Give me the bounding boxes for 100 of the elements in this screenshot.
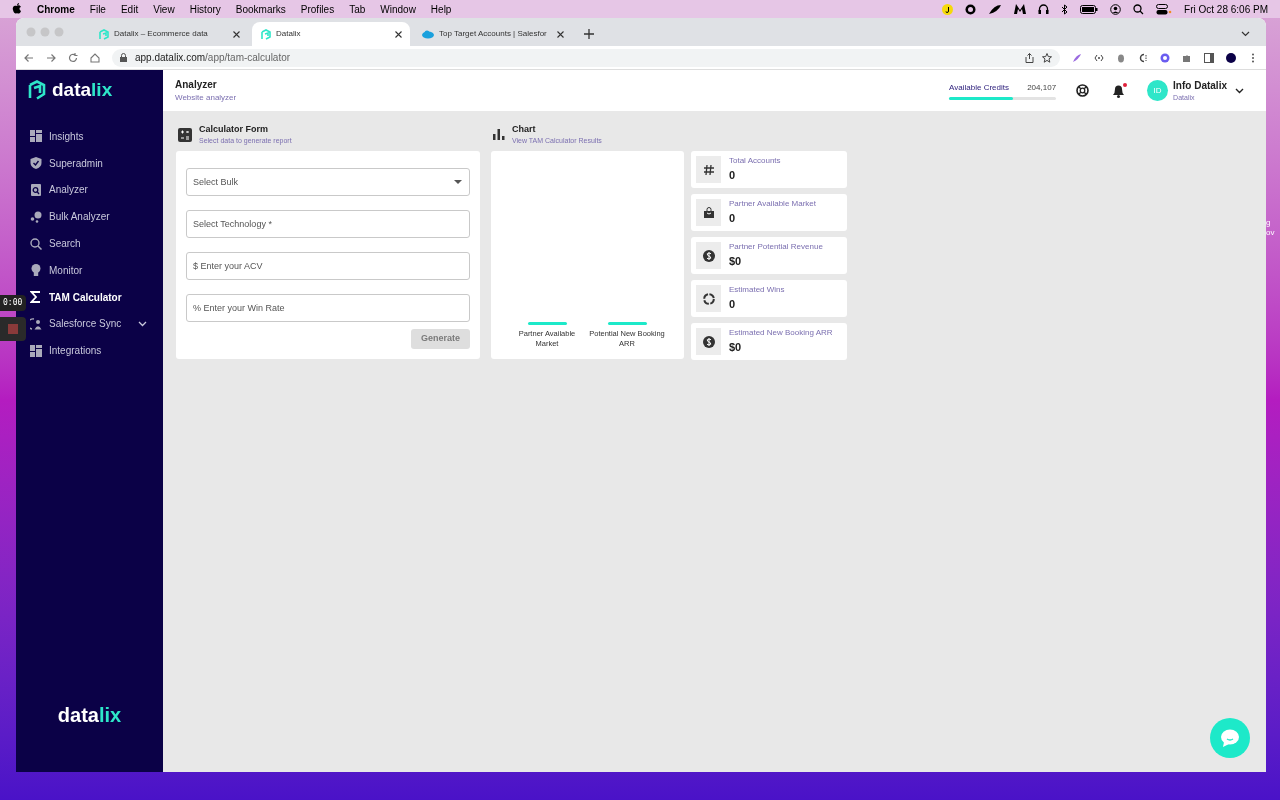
search-icon[interactable] (1133, 3, 1145, 15)
sidebar-item[interactable]: Salesforce Sync (27, 310, 163, 338)
tab-title: Datalix (276, 28, 302, 40)
datalix-logo[interactable]: datalix (16, 700, 163, 772)
back-icon[interactable] (24, 52, 34, 63)
menu-item[interactable]: File (89, 1, 106, 17)
logo-text: datalix (52, 77, 113, 102)
sidebar-item[interactable]: Integrations (27, 337, 163, 365)
desktop-icon-label: g (1266, 218, 1272, 228)
url-text: app.datalix.com/app/tam-calculator (135, 51, 292, 65)
credits-value: 204,107 (1027, 81, 1057, 94)
sidebar-item[interactable]: Superadmin (27, 149, 163, 177)
menu-clock: Fri Oct 28 6:06 PM (1184, 2, 1268, 17)
tab-title: Datalix – Ecommerce data (114, 28, 209, 40)
datalix-logo-icon (260, 28, 271, 40)
tab-title: Top Target Accounts | Salesfor (439, 28, 548, 40)
stat-value: 0 (729, 297, 737, 313)
page-title: Analyzer (175, 78, 218, 92)
stat-value: $0 (729, 340, 743, 356)
bag-icon (702, 206, 715, 219)
gear-extension-icon[interactable] (1160, 52, 1170, 63)
input-field[interactable]: $ Enter your ACV (186, 252, 470, 280)
close-icon[interactable] (395, 30, 402, 38)
share-icon[interactable] (1025, 52, 1034, 63)
quill-extension-icon[interactable] (1072, 52, 1082, 63)
sidebar-panel-icon[interactable] (1204, 52, 1214, 63)
dashboard-icon (30, 344, 42, 357)
user-circle-icon[interactable] (1110, 3, 1122, 15)
datalix-logo[interactable]: datalix (16, 70, 163, 110)
stat-label: Estimated Wins (729, 284, 785, 297)
menu-item[interactable]: Window (380, 1, 416, 17)
browser-tab[interactable]: Datalix – Ecommerce data (90, 22, 248, 46)
puzzle-icon[interactable] (1182, 52, 1192, 63)
ci-extension-icon[interactable] (1138, 52, 1148, 63)
code-extension-icon[interactable] (1094, 52, 1104, 63)
sync-icon (30, 317, 42, 330)
apple-icon[interactable] (12, 3, 22, 15)
feather-icon[interactable] (988, 3, 1003, 15)
dashboard-icon (30, 130, 42, 143)
menu-item[interactable]: Tab (349, 1, 366, 17)
address-bar[interactable]: app.datalix.com/app/tam-calculator (112, 48, 1060, 67)
lightbulb-icon (30, 264, 42, 277)
section-title: Chart (512, 122, 537, 136)
m-logo-icon[interactable] (1014, 4, 1027, 14)
menu-item[interactable]: Profiles (300, 1, 335, 17)
browser-tab[interactable]: Datalix (252, 22, 410, 46)
sigma-icon (30, 291, 42, 304)
sidebar-item[interactable]: Insights (27, 123, 163, 150)
star-icon[interactable] (1042, 52, 1052, 63)
chart-bar (528, 322, 567, 325)
control-center-icon[interactable] (1156, 3, 1173, 15)
letter-badge-icon[interactable] (942, 3, 954, 15)
battery-icon[interactable] (1080, 4, 1099, 14)
lifebuoy-icon[interactable] (1076, 84, 1090, 97)
bug-extension-icon[interactable] (1116, 52, 1126, 63)
sidebar-item[interactable]: Monitor (27, 257, 163, 284)
menu-item[interactable]: History (189, 1, 221, 17)
home-icon[interactable] (90, 52, 100, 63)
search-icon (30, 237, 42, 250)
page-subtitle: Website analyzer (175, 92, 237, 104)
menu-item[interactable]: Help (430, 1, 452, 17)
menu-item[interactable]: Chrome (37, 1, 75, 17)
logo-text: datalix (57, 703, 122, 728)
stat-value: $0 (729, 254, 743, 270)
stop-icon (8, 324, 18, 334)
profile-avatar-icon[interactable] (1226, 52, 1236, 63)
sidebar-item[interactable]: Search (27, 230, 163, 257)
credits-label: Available Credits (949, 81, 1009, 94)
dollar-icon (702, 249, 715, 262)
dollar-icon (702, 335, 715, 348)
input-field[interactable]: Select Technology * (186, 210, 470, 238)
chevron-down-icon[interactable] (1235, 87, 1244, 94)
headphones-icon[interactable] (1038, 4, 1050, 14)
lock-icon (120, 53, 127, 62)
stat-label: Total Accounts (729, 155, 781, 168)
sidebar-item[interactable]: TAM Calculator (27, 283, 163, 311)
close-icon[interactable] (233, 30, 240, 38)
forward-icon[interactable] (46, 52, 56, 63)
browser-tab[interactable]: Top Target Accounts | Salesfor (414, 22, 572, 46)
menu-item[interactable]: Edit (120, 1, 139, 17)
reload-icon[interactable] (68, 52, 78, 63)
input-field[interactable]: % Enter your Win Rate (186, 294, 470, 322)
sidebar-item[interactable]: Bulk Analyzer (27, 203, 163, 231)
sidebar-item[interactable]: Analyzer (27, 176, 163, 204)
close-icon[interactable] (557, 30, 564, 38)
new-tab-icon[interactable] (584, 29, 594, 39)
bluetooth-icon[interactable] (1061, 3, 1069, 15)
select-field[interactable]: Select Bulk (186, 168, 470, 196)
calculator-icon (178, 127, 192, 142)
stat-value: 0 (729, 211, 737, 227)
ring-icon (702, 292, 715, 305)
menu-item[interactable]: Bookmarks (235, 1, 286, 17)
tab-search-caret-icon[interactable] (1241, 31, 1250, 37)
shield-icon (30, 157, 42, 170)
recording-timer: 0:00 (0, 295, 26, 311)
stat-label: Partner Potential Revenue (729, 241, 823, 254)
section-title: Calculator Form (199, 122, 269, 136)
menu-item[interactable]: View (153, 1, 175, 17)
bell-icon[interactable] (1111, 83, 1128, 98)
dropdown-arrow-icon (454, 180, 462, 184)
